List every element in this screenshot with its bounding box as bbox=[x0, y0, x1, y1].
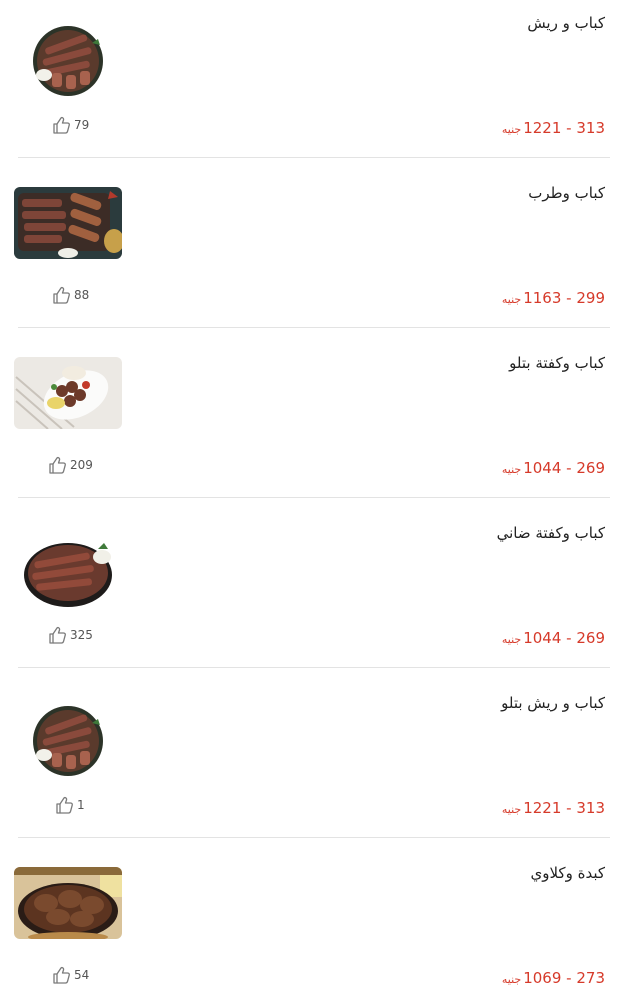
dish-name: كباب و ريش bbox=[527, 14, 605, 32]
price-min: 269 bbox=[576, 459, 605, 477]
divider bbox=[18, 327, 610, 328]
thumbs-up-icon[interactable] bbox=[48, 626, 68, 644]
divider bbox=[18, 157, 610, 158]
price-range: جنيه 1044 - 269 bbox=[502, 459, 605, 477]
price-max: 1044 bbox=[523, 459, 562, 477]
price-min: 313 bbox=[576, 119, 605, 137]
likes-count: 79 bbox=[74, 118, 90, 132]
menu-item[interactable]: كباب و ريش بتلو جنيه 1221 - 313 1 bbox=[0, 680, 618, 850]
dish-image[interactable] bbox=[22, 17, 114, 101]
price-separator: - bbox=[561, 289, 577, 307]
likes[interactable]: 325 bbox=[48, 626, 93, 644]
price-separator: - bbox=[561, 629, 577, 647]
price-max: 1044 bbox=[523, 629, 562, 647]
price-max: 1069 bbox=[523, 969, 562, 987]
thumbs-up-icon[interactable] bbox=[48, 456, 68, 474]
price-min: 299 bbox=[576, 289, 605, 307]
price-max: 1221 bbox=[523, 119, 562, 137]
currency-label: جنيه bbox=[501, 803, 522, 816]
menu-item[interactable]: كبدة وكلاوي جنيه 1069 - 273 54 bbox=[0, 850, 618, 1000]
price-separator: - bbox=[561, 799, 577, 817]
thumbs-up-icon[interactable] bbox=[52, 116, 72, 134]
thumbs-up-icon[interactable] bbox=[55, 796, 75, 814]
divider bbox=[18, 497, 610, 498]
menu-list: كباب و ريش جنيه 1221 - 313 79 كباب وطرب … bbox=[0, 0, 618, 1000]
divider bbox=[18, 837, 610, 838]
price-range: جنيه 1221 - 313 bbox=[502, 119, 605, 137]
price-range: جنيه 1044 - 269 bbox=[502, 629, 605, 647]
price-separator: - bbox=[561, 119, 577, 137]
dish-name: كبدة وكلاوي bbox=[530, 864, 606, 882]
currency-label: جنيه bbox=[501, 633, 522, 646]
dish-image[interactable] bbox=[14, 187, 122, 259]
dish-name: كباب و ريش بتلو bbox=[501, 694, 605, 712]
menu-item[interactable]: كباب و ريش جنيه 1221 - 313 79 bbox=[0, 0, 618, 170]
thumbs-up-icon[interactable] bbox=[52, 966, 72, 984]
likes[interactable]: 209 bbox=[48, 456, 93, 474]
dish-image[interactable] bbox=[22, 697, 114, 781]
price-min: 269 bbox=[576, 629, 605, 647]
dish-image[interactable] bbox=[22, 527, 114, 611]
divider bbox=[18, 667, 610, 668]
menu-item[interactable]: كباب وطرب جنيه 1163 - 299 88 bbox=[0, 170, 618, 340]
price-range: جنيه 1069 - 273 bbox=[502, 969, 605, 987]
price-min: 313 bbox=[576, 799, 605, 817]
price-separator: - bbox=[561, 969, 577, 987]
likes-count: 209 bbox=[70, 458, 93, 472]
dish-name: كباب وكفتة ضاني bbox=[496, 524, 605, 542]
price-range: جنيه 1221 - 313 bbox=[502, 799, 605, 817]
price-range: جنيه 1163 - 299 bbox=[502, 289, 605, 307]
price-max: 1221 bbox=[523, 799, 562, 817]
thumbs-up-icon[interactable] bbox=[52, 286, 72, 304]
dish-name: كباب وطرب bbox=[528, 184, 605, 202]
likes[interactable]: 1 bbox=[55, 796, 85, 814]
likes[interactable]: 79 bbox=[52, 116, 89, 134]
currency-label: جنيه bbox=[501, 293, 522, 306]
dish-image[interactable] bbox=[14, 867, 122, 939]
dish-image[interactable] bbox=[14, 357, 122, 429]
currency-label: جنيه bbox=[501, 463, 522, 476]
likes[interactable]: 88 bbox=[52, 286, 89, 304]
price-separator: - bbox=[561, 459, 577, 477]
dish-name: كباب وكفتة بتلو bbox=[509, 354, 605, 372]
likes-count: 325 bbox=[70, 628, 93, 642]
currency-label: جنيه bbox=[501, 123, 522, 136]
likes[interactable]: 54 bbox=[52, 966, 89, 984]
likes-count: 88 bbox=[74, 288, 90, 302]
menu-item[interactable]: كباب وكفتة ضاني جنيه 1044 - 269 325 bbox=[0, 510, 618, 680]
likes-count: 54 bbox=[74, 968, 90, 982]
price-min: 273 bbox=[576, 969, 605, 987]
price-max: 1163 bbox=[523, 289, 562, 307]
likes-count: 1 bbox=[77, 798, 85, 812]
currency-label: جنيه bbox=[501, 973, 522, 986]
menu-item[interactable]: كباب وكفتة بتلو جنيه 1044 - 269 209 bbox=[0, 340, 618, 510]
